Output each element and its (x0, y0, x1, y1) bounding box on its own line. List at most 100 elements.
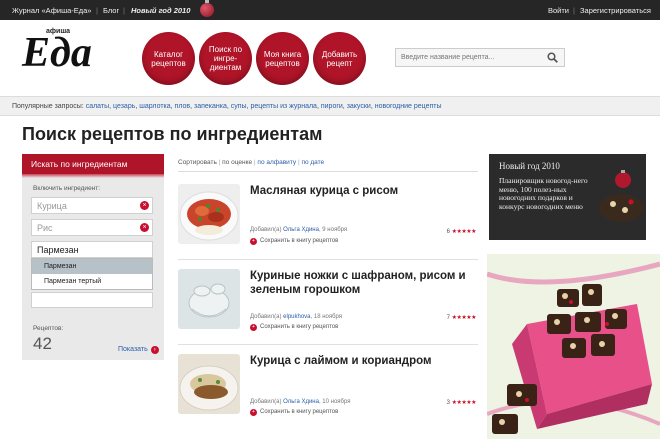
recipe-search (395, 48, 565, 67)
added-by-label: Добавил(а) (250, 227, 282, 233)
page-title: Поиск рецептов по ингредиентам (22, 124, 323, 144)
divider (178, 171, 478, 172)
save-label: Сохранить в книгу рецептов (260, 324, 339, 330)
separator: | (123, 6, 125, 15)
recipe-date: 10 ноября (322, 399, 351, 405)
author-link[interactable]: elpukhova (283, 314, 310, 320)
recipe-date: 18 ноября (313, 314, 343, 320)
rating-stars-icon: ★★★★★ (451, 229, 477, 235)
ingredient-field[interactable]: Рис × (31, 219, 153, 236)
rating: 6 ★★★★★ (446, 228, 477, 235)
recipe-meta: Добавил(а) Ольга Хдина, 9 ноября (250, 227, 348, 233)
logo[interactable]: афиша Еда (22, 28, 117, 80)
nav-label: Добавить рецепт (321, 49, 358, 68)
recipe-thumbnail[interactable] (178, 184, 240, 244)
rating-count: 3 (446, 400, 450, 406)
recipe-title[interactable]: Курица с лаймом и кориандром (250, 354, 475, 368)
gift-box-photo (487, 254, 660, 439)
nav-my-book-button[interactable]: Моя книга рецептов (256, 32, 309, 85)
save-label: Сохранить в книгу рецептов (260, 409, 339, 415)
author-link[interactable]: Ольга Хдина (283, 227, 319, 233)
popular-label: Популярные запросы: (12, 103, 84, 110)
nav-label: Каталог рецептов (151, 49, 186, 68)
popular-queries: Популярные запросы: салаты, цезарь, шарл… (0, 96, 660, 116)
register-link[interactable]: Зарегистрироваться (580, 6, 651, 15)
panel-header: Искать по ингредиентам (22, 154, 164, 178)
recipe-item: Курица с лаймом и кориандром Добавил(а) … (178, 348, 478, 439)
new-year-promo-banner[interactable]: Новый год 2010 Планировщик новогод-него … (489, 154, 646, 240)
recipe-count: 42 (33, 334, 52, 353)
recipe-thumbnail[interactable] (178, 269, 240, 329)
popular-link[interactable]: закуски (347, 103, 371, 110)
remove-icon[interactable]: × (140, 223, 149, 232)
popular-link[interactable]: плов (175, 103, 191, 110)
sort-label: Сортировать (178, 159, 217, 166)
promo-text: Планировщик новогод-него меню, 100 полез… (499, 176, 588, 211)
arrow-icon: › (150, 346, 159, 354)
ingredient-field-empty[interactable] (31, 292, 153, 308)
author-link[interactable]: Ольга Хдина (283, 399, 319, 405)
recipe-meta: Добавил(а) elpukhova, 18 ноября (250, 314, 343, 320)
sort-by-rating[interactable]: по оценке (222, 159, 252, 166)
rating: 7 ★★★★★ (447, 314, 477, 321)
save-label: Сохранить в книгу рецептов (260, 238, 339, 244)
save-to-book-button[interactable]: + Сохранить в книгу рецептов (250, 238, 338, 245)
popular-link[interactable]: салаты (86, 103, 109, 110)
christmas-ornament-icon (200, 0, 214, 17)
plus-icon: + (250, 409, 257, 416)
ingredient-value: Рис (37, 223, 53, 233)
logo-main-text: Еда (22, 30, 92, 76)
popular-link[interactable]: супы (231, 103, 247, 110)
recipe-item: Куриные ножки с шафраном, рисом и зелены… (178, 263, 478, 345)
autocomplete-dropdown: Пармезан Пармезан тертый (31, 258, 153, 290)
login-link[interactable]: Войти (548, 6, 569, 15)
sort-by-date[interactable]: по дате (301, 159, 324, 166)
ingredient-value: Курица (37, 201, 67, 211)
ingredient-field[interactable]: Курица × (31, 197, 153, 214)
popular-link[interactable]: новогодние рецепты (375, 103, 442, 110)
recipe-title[interactable]: Куриные ножки с шафраном, рисом и зелены… (250, 269, 475, 297)
blog-link[interactable]: Блог (103, 6, 119, 15)
ingredient-search-panel: Искать по ингредиентам Включить ингредие… (22, 154, 164, 360)
recipe-thumbnail[interactable] (178, 354, 240, 414)
added-by-label: Добавил(а) (250, 399, 282, 405)
separator: | (96, 6, 98, 15)
include-ingredient-label: Включить ингредиент: (33, 185, 101, 192)
recipe-count-label: Рецептов: (33, 325, 64, 332)
show-button[interactable]: Показать › (118, 346, 159, 354)
popular-link[interactable]: пироги (321, 103, 343, 110)
recipe-date: 9 ноября (322, 227, 348, 233)
christmas-food-image (599, 170, 643, 222)
sort-bar: Сортировать | по оценке | по алфавиту | … (178, 159, 325, 166)
save-to-book-button[interactable]: + Сохранить в книгу рецептов (250, 324, 338, 331)
remove-icon[interactable]: × (140, 201, 149, 210)
save-to-book-button[interactable]: + Сохранить в книгу рецептов (250, 409, 338, 416)
search-input[interactable] (396, 49, 541, 66)
journal-link[interactable]: Журнал «Афиша-Еда» (12, 6, 91, 15)
popular-link[interactable]: рецепты из журнала (250, 103, 316, 110)
rating-stars-icon: ★★★★★ (451, 315, 477, 321)
popular-link[interactable]: запеканка (194, 103, 227, 110)
autocomplete-option[interactable]: Пармезан (32, 259, 152, 274)
promo-title: Новый год 2010 (499, 161, 560, 171)
show-label: Показать (118, 346, 148, 353)
nav-ingredient-search-button[interactable]: Поиск по ингре-диентам (199, 32, 252, 85)
autocomplete-option[interactable]: Пармезан тертый (32, 274, 152, 289)
added-by-label: Добавил(а) (250, 314, 282, 320)
ingredient-field-active[interactable]: Пармезан (31, 241, 153, 258)
search-icon[interactable] (547, 52, 558, 63)
top-bar: Журнал «Афиша-Еда» | Блог | Новый год 20… (0, 0, 660, 20)
nav-catalog-button[interactable]: Каталог рецептов (142, 32, 195, 85)
recipe-item: Масляная курица с рисом Добавил(а) Ольга… (178, 178, 478, 260)
rating: 3 ★★★★★ (446, 399, 477, 406)
rating-count: 6 (446, 229, 450, 235)
nav-add-recipe-button[interactable]: Добавить рецепт (313, 32, 366, 85)
recipe-meta: Добавил(а) Ольга Хдина, 10 ноября (250, 399, 351, 405)
separator: | (573, 6, 575, 15)
popular-link[interactable]: цезарь (113, 103, 135, 110)
popular-link[interactable]: шарлотка (139, 103, 170, 110)
sort-by-alpha[interactable]: по алфавиту (257, 159, 296, 166)
recipe-title[interactable]: Масляная курица с рисом (250, 184, 475, 198)
plus-icon: + (250, 324, 257, 331)
new-year-link[interactable]: Новый год 2010 (131, 6, 190, 15)
